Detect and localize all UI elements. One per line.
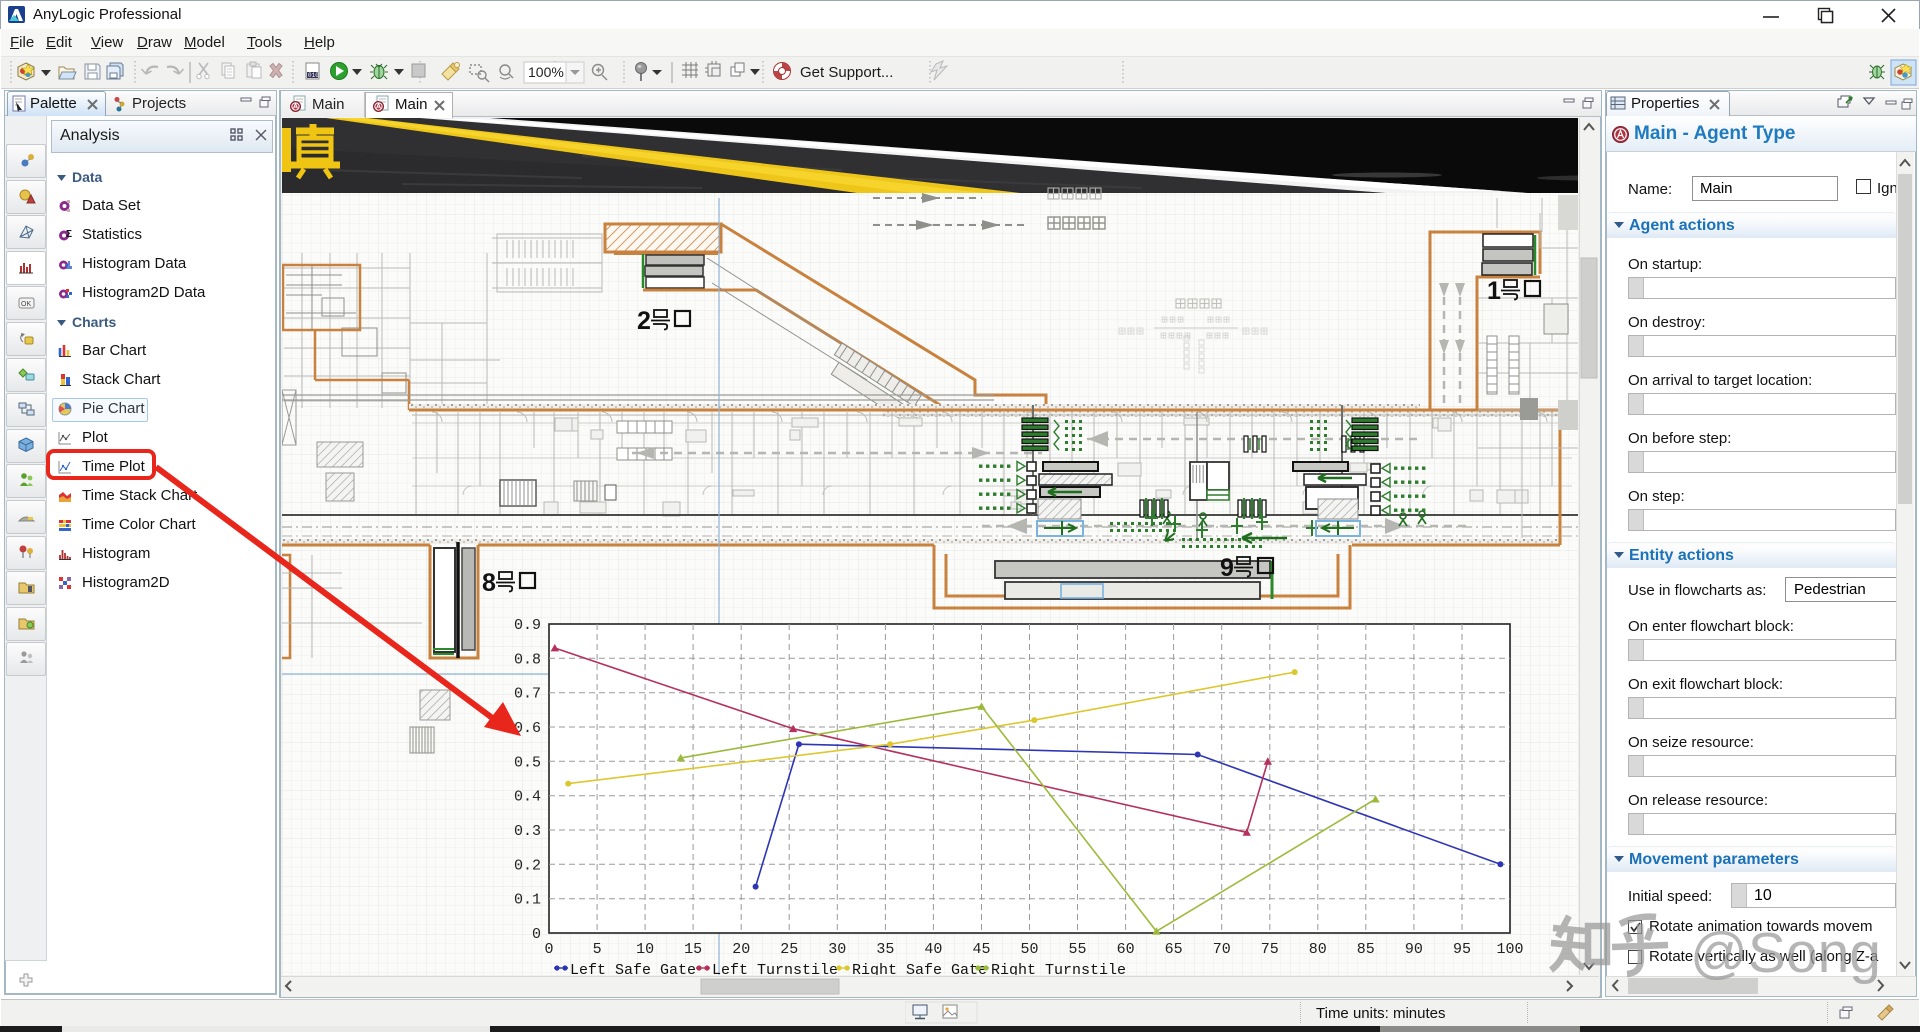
svg-text:@Song: @Song	[1690, 921, 1881, 985]
